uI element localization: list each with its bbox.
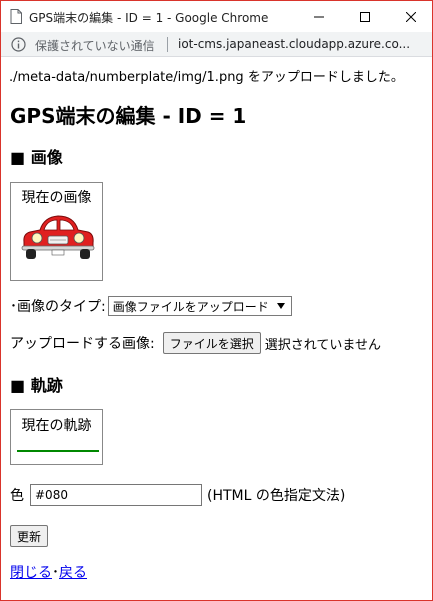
upload-label: アップロードする画像:	[10, 336, 155, 352]
section-heading-track: ■ 軌跡	[10, 372, 63, 396]
address-separator	[167, 37, 168, 52]
page-icon	[10, 9, 22, 24]
address-bar[interactable]: 保護されていない通信 iot-cms.japaneast.cloudapp.az…	[1, 32, 432, 57]
current-image-caption: 現在の画像	[21, 190, 92, 206]
minimize-button[interactable]	[296, 1, 342, 32]
color-input[interactable]: #080	[30, 484, 202, 506]
update-row: 更新	[10, 525, 49, 547]
maximize-icon	[360, 11, 370, 22]
page-title: GPS端末の編集 - ID = 1	[10, 104, 247, 128]
upload-row: アップロードする画像: ファイルを選択 選択されていません	[10, 332, 381, 354]
browser-window: GPS端末の編集 - ID = 1 - Google Chrome 保護されてい…	[0, 0, 433, 601]
image-type-selected-value: 画像ファイルをアップロード	[112, 299, 269, 314]
close-icon	[406, 11, 416, 22]
close-link[interactable]: 閉じる	[10, 565, 52, 581]
close-window-button[interactable]	[388, 1, 433, 32]
title-bar: GPS端末の編集 - ID = 1 - Google Chrome	[1, 0, 432, 32]
footer-links: 閉じる･戻る	[10, 562, 87, 582]
current-track-box: 現在の軌跡	[10, 409, 103, 465]
link-separator: ･	[52, 565, 59, 581]
maximize-button[interactable]	[342, 1, 388, 32]
color-hint: (HTML の色指定文法)	[207, 488, 346, 504]
current-track-caption: 現在の軌跡	[21, 418, 92, 434]
color-label: 色	[10, 488, 24, 504]
car-image	[21, 215, 95, 259]
section-heading-image: ■ 画像	[10, 144, 63, 168]
url-text[interactable]: iot-cms.japaneast.cloudapp.azure.co...	[178, 37, 410, 51]
flash-message: ./meta-data/numberplate/img/1.png をアップロー…	[9, 70, 404, 85]
image-type-label: ･画像のタイプ:	[10, 299, 106, 315]
track-color-line	[17, 450, 99, 452]
back-link[interactable]: 戻る	[59, 565, 87, 581]
update-button[interactable]: 更新	[10, 525, 49, 547]
no-file-selected-text: 選択されていません	[264, 337, 381, 353]
info-icon[interactable]	[11, 37, 26, 52]
section-title-image: ■ 画像	[10, 148, 63, 167]
security-status[interactable]: 保護されていない通信	[35, 37, 155, 54]
minimize-icon	[314, 16, 324, 17]
image-type-select[interactable]: 画像ファイルをアップロード	[107, 296, 292, 316]
section-title-track: ■ 軌跡	[10, 376, 63, 395]
color-row: 色 #080 (HTML の色指定文法)	[10, 484, 345, 506]
choose-file-button[interactable]: ファイルを選択	[162, 332, 261, 354]
window-title: GPS端末の編集 - ID = 1 - Google Chrome	[29, 11, 269, 25]
image-type-row: ･画像のタイプ: 画像ファイルをアップロード	[10, 296, 292, 316]
dropdown-arrow-icon	[276, 303, 285, 309]
current-image-box: 現在の画像	[10, 182, 103, 281]
